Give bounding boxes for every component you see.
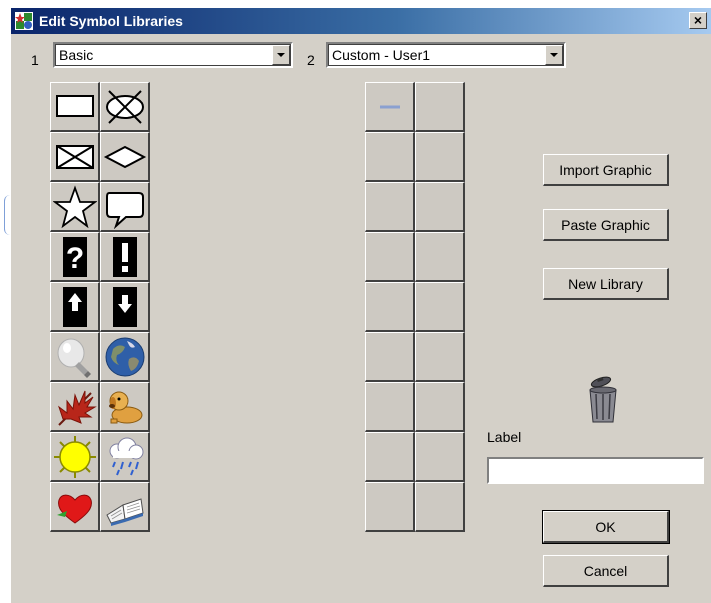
custom-symbol-grid (365, 82, 465, 532)
close-button[interactable]: × (689, 12, 707, 29)
trash-icon[interactable] (586, 376, 620, 424)
dog-icon (108, 391, 142, 423)
window-edge-mark (4, 195, 10, 235)
library-1-select[interactable]: Basic (53, 42, 293, 68)
symbol-cell-open-book[interactable] (100, 482, 150, 532)
open-book-icon (105, 497, 144, 526)
arrow-up-icon (62, 286, 87, 327)
symbol-cell-diamond[interactable] (100, 132, 150, 182)
symbol-cell-exclamation-mark[interactable] (100, 232, 150, 282)
speech-bubble-icon (105, 191, 144, 229)
question-mark-icon: ? (62, 236, 87, 277)
library-1-selected-value: Basic (59, 47, 94, 63)
symbol-cell-star[interactable] (50, 182, 100, 232)
light-bulb-icon (57, 338, 91, 378)
custom-cell-empty[interactable] (415, 132, 465, 182)
custom-cell-empty[interactable] (415, 282, 465, 332)
diamond-icon (103, 145, 146, 168)
label-input[interactable] (487, 457, 704, 484)
symbol-cell-sun[interactable] (50, 432, 100, 482)
globe-icon (105, 337, 144, 376)
paste-graphic-button[interactable]: Paste Graphic (543, 209, 669, 241)
title-bar[interactable]: Edit Symbol Libraries × (11, 8, 711, 34)
custom-cell-empty[interactable] (415, 232, 465, 282)
custom-cell-empty[interactable] (415, 482, 465, 532)
label-field-label: Label (487, 429, 522, 445)
custom-cell-empty[interactable] (365, 132, 415, 182)
library-2-dropdown-icon[interactable] (545, 45, 563, 65)
library-1-number: 1 (31, 52, 39, 68)
rectangle-icon (55, 94, 94, 117)
exclamation-mark-icon (112, 236, 137, 277)
edit-symbol-libraries-dialog: Edit Symbol Libraries × 1 Basic 2 Custom… (11, 8, 711, 603)
symbol-cell-question-mark[interactable]: ? (50, 232, 100, 282)
arrow-down-icon (112, 286, 137, 327)
library-2-number: 2 (307, 52, 315, 68)
custom-cell-empty[interactable] (415, 382, 465, 432)
rain-cloud-icon (109, 437, 143, 475)
crossed-ellipse-icon (105, 89, 144, 124)
custom-cell-empty[interactable] (365, 232, 415, 282)
symbol-cell-arrow-up[interactable] (50, 282, 100, 332)
window-title: Edit Symbol Libraries (39, 13, 183, 29)
symbol-cell-rectangle[interactable] (50, 82, 100, 132)
library-1-dropdown-icon[interactable] (272, 45, 290, 65)
custom-cell-empty[interactable] (365, 282, 415, 332)
symbol-cell-rain-cloud[interactable] (100, 432, 150, 482)
symbol-cell-heart[interactable] (50, 482, 100, 532)
heart-icon (56, 494, 92, 524)
ok-button[interactable]: OK (542, 510, 670, 544)
symbol-cell-dog[interactable] (100, 382, 150, 432)
symbol-cell-crossed-ellipse[interactable] (100, 82, 150, 132)
star-icon (52, 184, 97, 228)
app-icon (15, 12, 33, 30)
symbol-cell-speech-bubble[interactable] (100, 182, 150, 232)
custom-cell-empty[interactable] (365, 482, 415, 532)
sun-icon (53, 435, 96, 478)
custom-cell-empty[interactable] (365, 382, 415, 432)
symbol-cell-light-bulb[interactable] (50, 332, 100, 382)
library-2-selected-value: Custom - User1 (332, 47, 431, 63)
leaf-icon (57, 390, 97, 426)
custom-cell-empty[interactable] (415, 82, 465, 132)
symbol-cell-arrow-down[interactable] (100, 282, 150, 332)
line-icon (379, 105, 400, 108)
basic-symbol-grid: ? (50, 82, 150, 532)
custom-cell-line[interactable] (365, 82, 415, 132)
custom-cell-empty[interactable] (415, 432, 465, 482)
svg-text:?: ? (65, 242, 83, 275)
symbol-cell-crossed-rectangle[interactable] (50, 132, 100, 182)
custom-cell-empty[interactable] (415, 332, 465, 382)
library-2-select[interactable]: Custom - User1 (326, 42, 566, 68)
symbol-cell-leaf[interactable] (50, 382, 100, 432)
new-library-button[interactable]: New Library (543, 268, 669, 300)
symbol-cell-globe[interactable] (100, 332, 150, 382)
crossed-rectangle-icon (55, 144, 94, 169)
cancel-button[interactable]: Cancel (543, 555, 669, 587)
import-graphic-button[interactable]: Import Graphic (543, 154, 669, 186)
custom-cell-empty[interactable] (415, 182, 465, 232)
custom-cell-empty[interactable] (365, 432, 415, 482)
custom-cell-empty[interactable] (365, 332, 415, 382)
custom-cell-empty[interactable] (365, 182, 415, 232)
